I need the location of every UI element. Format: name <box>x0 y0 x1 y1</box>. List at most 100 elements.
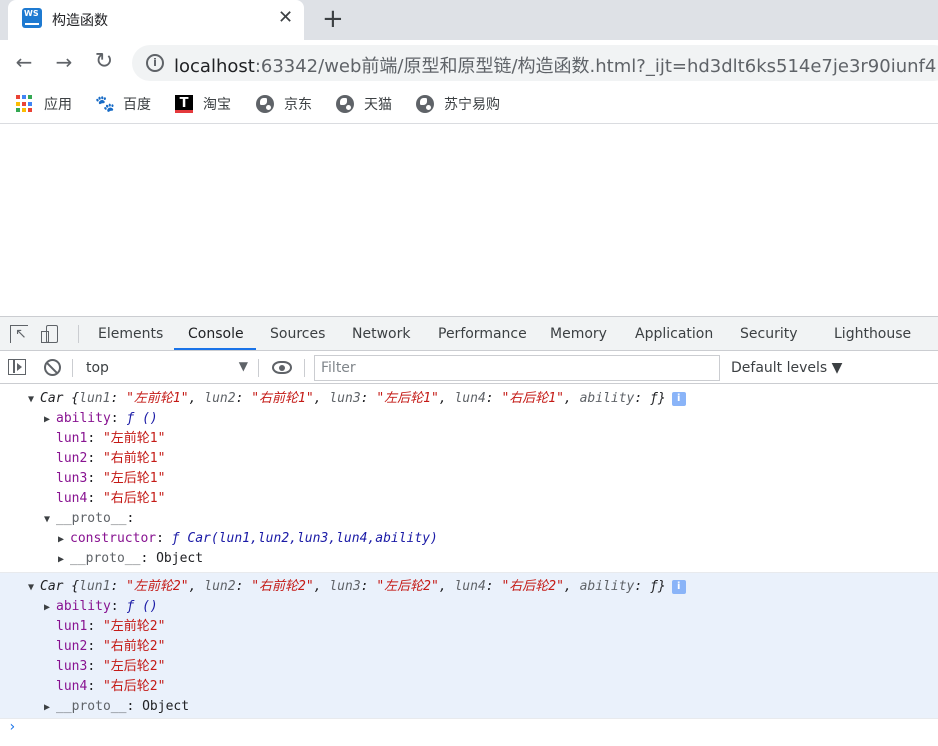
collapsed-triangle-icon[interactable]: ▶ <box>58 550 70 570</box>
collapsed-triangle-icon[interactable]: ▶ <box>44 410 56 430</box>
divider <box>258 359 259 377</box>
proto-row[interactable]: ▶ __proto__: Object <box>44 697 189 717</box>
summary-key: lun3 <box>329 579 361 594</box>
constructor-row[interactable]: ▶ constructor: ƒ Car(lun1,lun2,lun3,lun4,… <box>58 529 438 549</box>
prop-value: "右后轮2" <box>102 679 166 694</box>
bookmark-label: 应用 <box>44 97 72 113</box>
device-toolbar-icon[interactable] <box>41 325 58 343</box>
live-expression-eye-icon[interactable] <box>272 361 292 374</box>
prop-key: lun1 <box>56 431 88 446</box>
tab-security[interactable]: Security <box>740 326 798 342</box>
reload-icon[interactable]: ↻ <box>92 50 116 74</box>
prop-key: lun2 <box>56 639 88 654</box>
prop-value: "左前轮1" <box>102 431 166 446</box>
prop-row: lun4: "右后轮2" <box>56 679 166 694</box>
summary-value: "左后轮2" <box>376 579 439 594</box>
inspect-element-icon[interactable] <box>10 325 28 343</box>
bookmark-label: 京东 <box>284 97 312 113</box>
console-message: ▼ Car {lun1: "左前轮1", lun2: "右前轮1", lun3: … <box>0 385 938 573</box>
summary-value: "右后轮2" <box>501 579 564 594</box>
prop-row[interactable]: ▶ ability: ƒ () <box>44 409 158 429</box>
console-filter-input[interactable] <box>314 355 720 381</box>
url-path: :63342/web前端/原型和原型链/构造函数.html?_ijt=hd3dl… <box>254 56 938 77</box>
summary-key: lun1 <box>79 391 111 406</box>
url-text[interactable]: localhost:63342/web前端/原型和原型链/构造函数.html?_… <box>174 52 938 78</box>
prop-row: lun3: "左后轮1" <box>56 471 166 486</box>
bookmark-baidu[interactable]: 🐾 百度 <box>95 94 151 114</box>
proto-value: Object <box>142 699 190 714</box>
tab-lighthouse[interactable]: Lighthouse <box>834 326 911 342</box>
tab-console[interactable]: Console <box>188 326 244 342</box>
address-bar[interactable]: i localhost:63342/web前端/原型和原型链/构造函数.html… <box>132 45 938 81</box>
prop-value: "右前轮1" <box>102 451 166 466</box>
prop-value: "左前轮2" <box>102 619 166 634</box>
summary-value: "右后轮1" <box>501 391 564 406</box>
collapsed-triangle-icon[interactable]: ▶ <box>44 598 56 618</box>
bookmark-label: 淘宝 <box>203 97 231 113</box>
summary-key: lun3 <box>329 391 361 406</box>
proto-value: Object <box>156 551 204 566</box>
new-tab-icon[interactable]: + <box>322 5 344 33</box>
prop-value: "左后轮2" <box>102 659 166 674</box>
prop-key: lun2 <box>56 451 88 466</box>
tab-strip: WS 构造函数 ✕ + <box>0 0 938 40</box>
apps-grid-icon <box>16 95 34 113</box>
url-host: localhost <box>174 56 255 77</box>
log-levels-dropdown[interactable]: Default levels ▼ <box>731 360 842 376</box>
prop-row: lun2: "右前轮1" <box>56 451 166 466</box>
summary-key: lun2 <box>204 391 236 406</box>
browser-tab[interactable]: WS 构造函数 ✕ <box>8 0 304 40</box>
back-arrow-icon[interactable]: ← <box>12 50 36 74</box>
divider <box>72 359 73 377</box>
prop-key: lun3 <box>56 659 88 674</box>
globe-icon <box>416 95 434 113</box>
prop-row: lun1: "左前轮1" <box>56 431 166 446</box>
site-info-icon[interactable]: i <box>146 54 164 72</box>
object-summary-row[interactable]: ▼ Car {lun1: "左前轮1", lun2: "右前轮1", lun3: … <box>28 389 686 409</box>
bookmark-suning[interactable]: 苏宁易购 <box>416 94 500 114</box>
collapsed-triangle-icon[interactable]: ▶ <box>58 530 70 550</box>
bookmark-tmall[interactable]: 天猫 <box>336 94 392 114</box>
tab-sources[interactable]: Sources <box>270 326 325 342</box>
expanded-triangle-icon[interactable]: ▼ <box>28 578 40 598</box>
summary-key: ability <box>579 391 635 406</box>
bookmarks-bar: 应用 🐾 百度 T 淘宝 京东 天猫 苏宁易购 <box>0 86 938 124</box>
bookmark-apps[interactable]: 应用 <box>16 94 72 114</box>
tab-network[interactable]: Network <box>352 326 410 342</box>
class-name: Car <box>40 579 64 594</box>
prop-value: "右后轮1" <box>102 491 166 506</box>
bookmark-jd[interactable]: 京东 <box>256 94 312 114</box>
tab-memory[interactable]: Memory <box>550 326 607 342</box>
summary-value: ƒ <box>650 579 658 594</box>
prop-row[interactable]: ▶ ability: ƒ () <box>44 597 158 617</box>
expanded-triangle-icon[interactable]: ▼ <box>28 390 40 410</box>
info-badge-icon[interactable]: i <box>671 392 686 406</box>
info-badge-icon[interactable]: i <box>671 580 686 594</box>
baidu-paw-icon: 🐾 <box>95 94 115 113</box>
expanded-triangle-icon[interactable]: ▼ <box>44 510 56 530</box>
show-sidebar-icon[interactable] <box>8 359 26 375</box>
summary-key: lun4 <box>454 391 486 406</box>
inner-proto-row[interactable]: ▶ __proto__: Object <box>58 549 203 569</box>
execution-context-select[interactable]: top ▼ <box>78 355 250 381</box>
tab-elements[interactable]: Elements <box>98 326 163 342</box>
bookmark-label: 天猫 <box>364 97 392 113</box>
collapsed-triangle-icon[interactable]: ▶ <box>44 698 56 718</box>
prop-key: lun4 <box>56 491 88 506</box>
bookmark-taobao[interactable]: T 淘宝 <box>175 94 231 114</box>
console-message: ▼ Car {lun1: "左前轮2", lun2: "右前轮2", lun3: … <box>0 573 938 719</box>
proto-row[interactable]: ▼ __proto__: <box>44 509 134 529</box>
tab-application[interactable]: Application <box>635 326 713 342</box>
prop-key: lun4 <box>56 679 88 694</box>
forward-arrow-icon[interactable]: → <box>52 50 76 74</box>
prop-key: lun3 <box>56 471 88 486</box>
context-value: top <box>86 360 109 376</box>
proto-key: __proto__ <box>70 551 141 566</box>
constructor-value: ƒ Car(lun1,lun2,lun3,lun4,ability) <box>171 531 438 546</box>
tab-performance[interactable]: Performance <box>438 326 527 342</box>
object-summary-row[interactable]: ▼ Car {lun1: "左前轮2", lun2: "右前轮2", lun3: … <box>28 577 686 597</box>
active-tab-indicator <box>174 348 256 350</box>
console-prompt-icon[interactable]: › <box>8 719 16 735</box>
tab-close-icon[interactable]: ✕ <box>278 8 293 28</box>
clear-console-icon[interactable] <box>44 359 61 376</box>
